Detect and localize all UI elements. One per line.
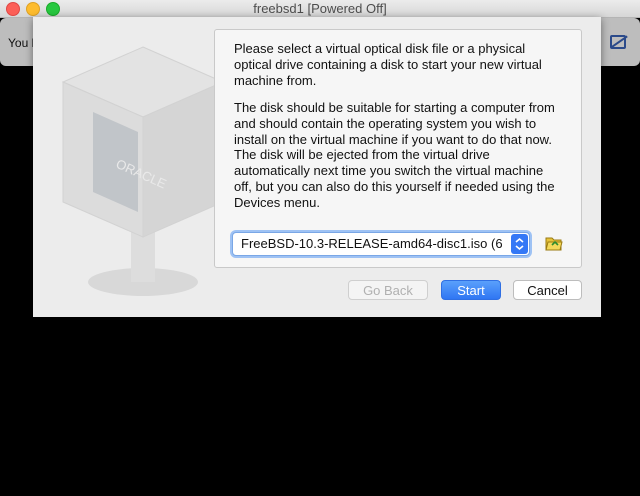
details-paragraph: The disk should be suitable for starting… [234,100,555,210]
up-down-chevron-icon[interactable] [511,234,528,254]
disk-image-select-value: FreeBSD-10.3-RELEASE-amd64-disc1.iso (6 [241,236,503,251]
window-titlebar: freebsd1 [Powered Off] [0,0,640,18]
cancel-button[interactable]: Cancel [513,280,582,300]
virtualbox-logo-icon: ORACLE [61,46,225,296]
instruction-paragraph: Please select a virtual optical disk fil… [234,41,542,88]
mouse-capture-disabled-icon[interactable] [610,35,626,49]
message-panel: Please select a virtual optical disk fil… [214,29,582,268]
first-run-dialog: ORACLE Please select a virtual optical d… [33,17,601,317]
go-back-button[interactable]: Go Back [348,280,428,300]
folder-open-icon[interactable] [545,235,563,251]
window-title: freebsd1 [Powered Off] [253,1,387,16]
start-button[interactable]: Start [441,280,501,300]
disk-image-select[interactable]: FreeBSD-10.3-RELEASE-amd64-disc1.iso (6 [232,232,530,256]
